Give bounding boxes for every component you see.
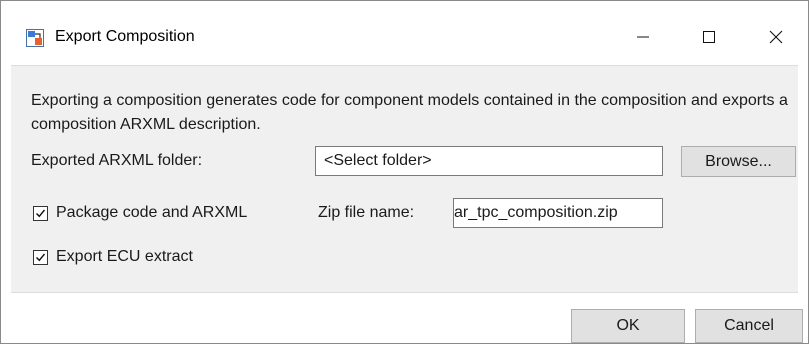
app-icon [26,29,44,47]
window-title: Export Composition [55,28,195,45]
package-checkbox[interactable] [33,205,48,221]
zip-file-input[interactable]: ar_tpc_composition.zip [453,198,663,228]
minimize-button[interactable] [613,15,673,59]
package-checkbox-row[interactable]: Package code and ARXML [33,204,247,222]
checkmark-icon [36,209,46,217]
folder-label: Exported ARXML folder: [31,152,203,169]
close-icon [769,30,783,44]
checkmark-icon [36,253,46,261]
folder-input[interactable] [315,146,663,176]
browse-button[interactable]: Browse... [681,146,796,177]
close-button[interactable] [746,15,806,59]
description-text: Exporting a composition generates code f… [31,92,788,133]
dialog-content: Exporting a composition generates code f… [11,65,798,293]
minimize-icon [637,36,649,38]
maximize-icon [703,31,715,43]
zip-label: Zip file name: [318,204,415,221]
export-composition-dialog: Export Composition Exporting a compositi… [0,0,809,344]
maximize-button[interactable] [679,15,739,59]
package-checkbox-label: Package code and ARXML [56,204,248,221]
ok-button[interactable]: OK [571,309,685,343]
cancel-button[interactable]: Cancel [695,309,803,343]
ecu-checkbox-row[interactable]: Export ECU extract [33,248,193,266]
ecu-checkbox[interactable] [33,249,48,265]
ecu-checkbox-label: Export ECU extract [56,248,193,265]
title-bar[interactable]: Export Composition [1,1,808,65]
zip-file-value: ar_tpc_composition.zip [454,204,618,221]
